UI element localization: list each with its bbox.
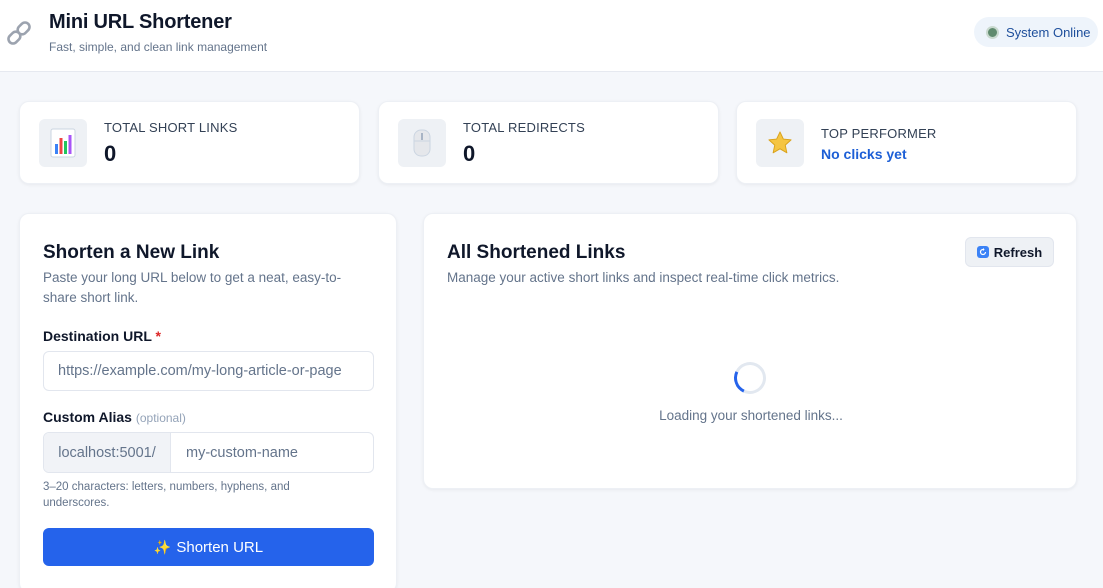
stat-label: TOTAL SHORT LINKS xyxy=(104,120,238,135)
refresh-button[interactable]: Refresh xyxy=(965,237,1054,267)
destination-url-label: Destination URL * xyxy=(43,328,161,344)
links-list-card: All Shortened Links Manage your active s… xyxy=(423,213,1077,489)
destination-url-input[interactable] xyxy=(43,351,374,391)
status-text: System Online xyxy=(1006,24,1091,40)
custom-alias-label-text: Custom Alias xyxy=(43,409,132,425)
form-title: Shorten a New Link xyxy=(43,242,220,263)
stat-value: 0 xyxy=(463,141,476,166)
destination-url-label-text: Destination URL xyxy=(43,328,152,344)
custom-alias-label: Custom Alias (optional) xyxy=(43,409,186,425)
mouse-icon xyxy=(413,129,431,157)
links-description: Manage your active short links and inspe… xyxy=(447,270,840,285)
stat-icon-box xyxy=(398,119,446,167)
required-mark: * xyxy=(155,328,161,344)
links-title: All Shortened Links xyxy=(447,242,626,263)
shorten-form-card: Shorten a New Link Paste your long URL b… xyxy=(19,213,397,588)
custom-alias-group: localhost:5001/ xyxy=(43,432,374,473)
stat-label: TOTAL REDIRECTS xyxy=(463,120,585,135)
star-icon xyxy=(768,131,792,154)
shorten-url-button-label: Shorten URL xyxy=(176,538,264,556)
optional-note: (optional) xyxy=(135,411,186,425)
stat-icon-box xyxy=(756,119,804,167)
loading-text: Loading your shortened links... xyxy=(659,408,843,423)
bar-chart-icon xyxy=(50,128,76,158)
form-description: Paste your long URL below to get a neat,… xyxy=(43,270,342,305)
top-performer-value: No clicks yet xyxy=(821,146,907,162)
status-dot-icon xyxy=(986,25,999,39)
app-header: Mini URL Shortener Fast, simple, and cle… xyxy=(0,0,1103,72)
stat-card-total-redirects: TOTAL REDIRECTS 0 xyxy=(378,101,719,184)
link-icon xyxy=(7,21,31,45)
stat-value: 0 xyxy=(104,141,117,166)
alias-prefix: localhost:5001/ xyxy=(44,433,171,472)
custom-alias-input[interactable] xyxy=(171,433,373,472)
shorten-url-button[interactable]: ✨ Shorten URL xyxy=(43,528,374,566)
alias-hint: 3–20 characters: letters, numbers, hyphe… xyxy=(43,481,290,509)
stat-card-top-performer: TOP PERFORMER No clicks yet xyxy=(736,101,1077,184)
stat-card-total-links: TOTAL SHORT LINKS 0 xyxy=(19,101,360,184)
refresh-button-label: Refresh xyxy=(993,244,1043,260)
stat-icon-box xyxy=(39,119,87,167)
sparkles-icon: ✨ xyxy=(153,538,172,555)
loading-spinner-icon xyxy=(729,357,771,399)
app-subtitle: Fast, simple, and clean link management xyxy=(49,40,268,54)
app-title: Mini URL Shortener xyxy=(49,11,232,33)
stat-label: TOP PERFORMER xyxy=(821,126,937,141)
status-badge: System Online xyxy=(974,17,1098,47)
refresh-icon xyxy=(976,246,989,258)
